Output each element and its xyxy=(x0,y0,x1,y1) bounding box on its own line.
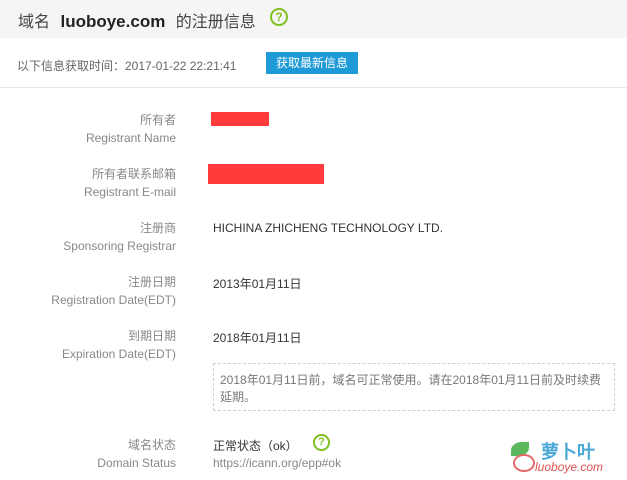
registrant-name-label-en: Registrant Name xyxy=(85,131,176,145)
registrant-name-label: 所有者 Registrant Name xyxy=(0,111,176,147)
registrar-label-en: Sponsoring Registrar xyxy=(63,239,176,253)
question-circle-icon[interactable]: ? xyxy=(313,434,330,451)
registrar-value: HICHINA ZHICHENG TECHNOLOGY LTD. xyxy=(213,221,444,235)
question-circle-icon[interactable]: ? xyxy=(270,8,288,26)
domain-status-label: 域名状态 Domain Status xyxy=(0,436,176,472)
expiration-date-label-cn: 到期日期 xyxy=(127,329,176,343)
renewal-notice: 2018年01月11日前，域名可正常使用。请在2018年01月11日前及时续费延… xyxy=(213,363,615,411)
registrar-label: 注册商 Sponsoring Registrar xyxy=(0,219,176,255)
registration-date-label-en: Registration Date(EDT) xyxy=(51,293,176,307)
title-prefix: 域名 xyxy=(18,14,51,31)
registration-date-label-cn: 注册日期 xyxy=(127,275,176,289)
domain-status-value: 正常状态（ok） xyxy=(213,439,298,453)
redacted-registrant-email xyxy=(208,164,324,184)
title-suffix: 的注册信息 xyxy=(175,14,256,31)
registrant-email-label: 所有者联系邮箱 Registrant E-mail xyxy=(0,165,176,201)
site-watermark: 萝卜叶 luoboye.com xyxy=(505,438,619,474)
domain-status-label-en: Domain Status xyxy=(97,456,176,470)
expiration-date-value: 2018年01月11日 xyxy=(213,331,302,345)
redacted-registrant-name xyxy=(211,112,269,126)
page-header: 域名 luoboye.com 的注册信息 ? xyxy=(0,0,627,38)
expiration-date-label: 到期日期 Expiration Date(EDT) xyxy=(0,327,176,363)
registrar-label-cn: 注册商 xyxy=(139,221,176,235)
query-info-bar: 以下信息获取时间：2017-01-22 22:21:41 获取最新信息 xyxy=(0,38,627,88)
status-link[interactable]: https://icann.org/epp#ok xyxy=(213,456,341,470)
registration-date-value: 2013年01月11日 xyxy=(213,277,302,291)
registration-date-label: 注册日期 Registration Date(EDT) xyxy=(0,273,176,309)
page-title: 域名 luoboye.com 的注册信息 xyxy=(18,8,256,32)
watermark-name-en: luoboye.com xyxy=(535,460,604,474)
query-time: 以下信息获取时间：2017-01-22 22:21:41 xyxy=(17,59,237,73)
domain-name: luoboye.com xyxy=(60,12,166,31)
refresh-info-button[interactable]: 获取最新信息 xyxy=(266,52,358,74)
registrant-email-label-en: Registrant E-mail xyxy=(83,185,176,199)
registrant-name-label-cn: 所有者 xyxy=(139,113,176,127)
domain-status-label-cn: 域名状态 xyxy=(127,438,176,452)
expiration-date-label-en: Expiration Date(EDT) xyxy=(61,347,176,361)
radish-logo-icon xyxy=(513,454,535,472)
registrant-email-label-cn: 所有者联系邮箱 xyxy=(91,167,176,181)
